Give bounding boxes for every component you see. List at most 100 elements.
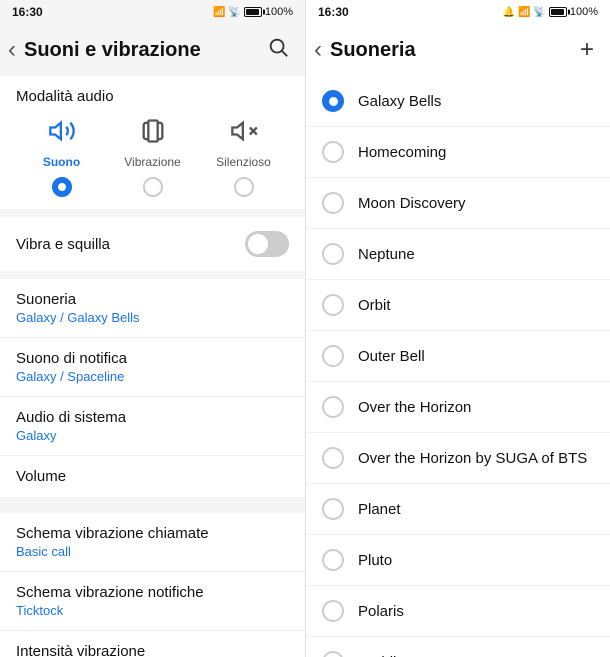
silenzioso-icon xyxy=(230,117,258,151)
ringtone-item[interactable]: Polaris xyxy=(306,586,610,637)
ringtone-item[interactable]: Galaxy Bells xyxy=(306,76,610,127)
ringtone-item[interactable]: Homecoming xyxy=(306,127,610,178)
radio-suono-circle[interactable] xyxy=(52,177,72,197)
vibrazione-label: Vibrazione xyxy=(124,155,180,169)
audio-mode-options: Suono Vibrazione xyxy=(16,117,289,169)
left-status-icons: 📶 📡 100% xyxy=(213,6,293,18)
right-wifi-icon: 📶 xyxy=(518,7,530,18)
ringtone-radio-1[interactable] xyxy=(322,141,344,163)
ringtone-list: Galaxy Bells Homecoming Moon Discovery Nept… xyxy=(306,76,610,657)
ringtone-item[interactable]: Moon Discovery xyxy=(306,178,610,229)
ringtone-radio-3[interactable] xyxy=(322,243,344,265)
ringtone-radio-10[interactable] xyxy=(322,600,344,622)
right-status-bar: 16:30 🔔 📶 📡 100% xyxy=(306,0,610,24)
ringtone-radio-8[interactable] xyxy=(322,498,344,520)
left-page-title: Suoni e vibrazione xyxy=(24,39,263,62)
ringtone-name-1: Homecoming xyxy=(358,144,446,161)
ringtone-name-0: Galaxy Bells xyxy=(358,93,441,110)
suoneria-subtitle: Galaxy / Galaxy Bells xyxy=(16,310,289,325)
right-alarm-icon: 🔔 xyxy=(503,7,515,18)
vibra-squilla-toggle[interactable] xyxy=(245,231,289,257)
ringtone-item[interactable]: Outer Bell xyxy=(306,331,610,382)
vibra-squilla-row: Vibra e squilla xyxy=(0,217,305,271)
ringtone-name-6: Over the Horizon xyxy=(358,399,471,416)
ringtone-name-4: Orbit xyxy=(358,297,391,314)
audio-sistema-subtitle: Galaxy xyxy=(16,428,289,443)
ringtone-name-2: Moon Discovery xyxy=(358,195,466,212)
right-add-icon[interactable]: + xyxy=(576,32,598,68)
ringtone-item[interactable]: Over the Horizon by SUGA of BTS xyxy=(306,433,610,484)
menu-group-2: Schema vibrazione chiamate Basic call Sc… xyxy=(0,513,305,657)
wifi-icon: 📶 xyxy=(213,7,225,18)
left-back-button[interactable]: ‹ xyxy=(8,32,24,68)
ringtone-radio-4[interactable] xyxy=(322,294,344,316)
suono-icon xyxy=(48,117,76,151)
right-status-icons: 🔔 📶 📡 100% xyxy=(503,6,599,18)
suono-label: Suono xyxy=(43,155,80,169)
toggle-knob xyxy=(248,234,268,254)
schema-notifiche-title: Schema vibrazione notifiche xyxy=(16,584,289,601)
menu-item-schema-notifiche[interactable]: Schema vibrazione notifiche Ticktock xyxy=(0,572,305,631)
ringtone-radio-5[interactable] xyxy=(322,345,344,367)
suono-notifica-subtitle: Galaxy / Spaceline xyxy=(16,369,289,384)
battery-icon xyxy=(244,7,262,17)
ringtone-name-5: Outer Bell xyxy=(358,348,425,365)
ringtone-item[interactable]: Pluto xyxy=(306,535,610,586)
right-battery-pct: 100% xyxy=(570,6,598,18)
radio-suono[interactable] xyxy=(16,177,107,197)
left-search-icon[interactable] xyxy=(263,32,293,68)
radio-vibrazione-circle[interactable] xyxy=(143,177,163,197)
audio-mode-label: Modalità audio xyxy=(16,88,289,105)
signal-icon: 📡 xyxy=(228,7,240,18)
ringtone-radio-11[interactable] xyxy=(322,651,344,657)
left-header: ‹ Suoni e vibrazione xyxy=(0,24,305,76)
ringtone-name-7: Over the Horizon by SUGA of BTS xyxy=(358,450,587,467)
vibra-squilla-label: Vibra e squilla xyxy=(16,236,110,253)
right-battery-icon xyxy=(549,7,567,17)
ringtone-name-8: Planet xyxy=(358,501,401,518)
battery-pct: 100% xyxy=(265,6,293,18)
audio-sistema-title: Audio di sistema xyxy=(16,409,289,426)
ringtone-item[interactable]: Neptune xyxy=(306,229,610,280)
audio-option-suono[interactable]: Suono xyxy=(16,117,107,169)
ringtone-radio-2[interactable] xyxy=(322,192,344,214)
ringtone-item[interactable]: Orbit xyxy=(306,280,610,331)
ringtone-name-3: Neptune xyxy=(358,246,415,263)
schema-notifiche-subtitle: Ticktock xyxy=(16,603,289,618)
ringtone-item[interactable]: Puddles xyxy=(306,637,610,657)
schema-chiamate-title: Schema vibrazione chiamate xyxy=(16,525,289,542)
right-time: 16:30 xyxy=(318,5,349,19)
ringtone-name-10: Polaris xyxy=(358,603,404,620)
volume-title: Volume xyxy=(16,468,289,485)
menu-item-schema-chiamate[interactable]: Schema vibrazione chiamate Basic call xyxy=(0,513,305,572)
menu-item-volume[interactable]: Volume xyxy=(0,456,305,497)
intensita-title: Intensità vibrazione xyxy=(16,643,289,657)
menu-item-intensita[interactable]: Intensità vibrazione xyxy=(0,631,305,657)
audio-radio-row xyxy=(16,177,289,197)
audio-option-silenzioso[interactable]: Silenzioso xyxy=(198,117,289,169)
audio-option-vibrazione[interactable]: Vibrazione xyxy=(107,117,198,169)
right-back-button[interactable]: ‹ xyxy=(314,32,330,68)
ringtone-item[interactable]: Planet xyxy=(306,484,610,535)
ringtone-name-11: Puddles xyxy=(358,654,412,657)
menu-item-suoneria[interactable]: Suoneria Galaxy / Galaxy Bells xyxy=(0,279,305,338)
left-time: 16:30 xyxy=(12,5,43,19)
ringtone-radio-6[interactable] xyxy=(322,396,344,418)
ringtone-radio-9[interactable] xyxy=(322,549,344,571)
audio-mode-section: Modalità audio Suono xyxy=(0,76,305,209)
right-page-title: Suoneria xyxy=(330,39,576,62)
ringtone-item[interactable]: Over the Horizon xyxy=(306,382,610,433)
right-header: ‹ Suoneria + xyxy=(306,24,610,76)
ringtone-radio-7[interactable] xyxy=(322,447,344,469)
left-panel: 16:30 📶 📡 100% ‹ Suoni e vibrazione Moda… xyxy=(0,0,305,657)
ringtone-radio-0[interactable] xyxy=(322,90,344,112)
radio-vibrazione[interactable] xyxy=(107,177,198,197)
radio-silenzioso-circle[interactable] xyxy=(234,177,254,197)
suoneria-title: Suoneria xyxy=(16,291,289,308)
radio-silenzioso[interactable] xyxy=(198,177,289,197)
ringtone-name-9: Pluto xyxy=(358,552,392,569)
menu-item-audio-sistema[interactable]: Audio di sistema Galaxy xyxy=(0,397,305,456)
menu-item-suono-notifica[interactable]: Suono di notifica Galaxy / Spaceline xyxy=(0,338,305,397)
left-content: Modalità audio Suono xyxy=(0,76,305,657)
schema-chiamate-subtitle: Basic call xyxy=(16,544,289,559)
